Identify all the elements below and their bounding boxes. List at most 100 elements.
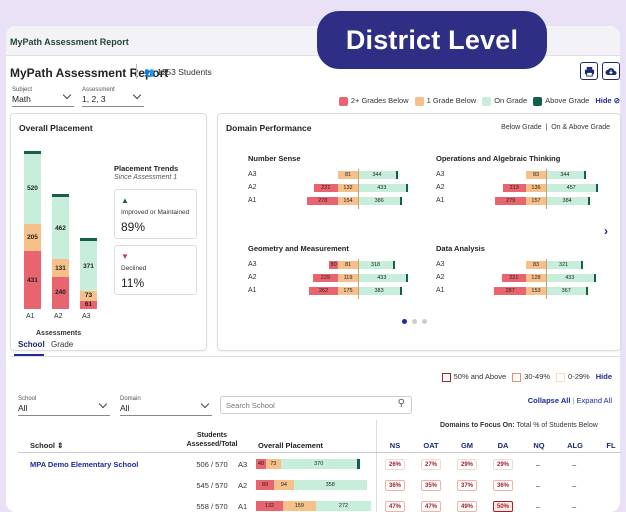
grade-divider [546,259,547,299]
tab-school[interactable]: School [18,340,45,349]
placement-segment: 358 [293,480,367,490]
domain-seg-1below: 81 [338,171,358,179]
domain-seg-1below: 132 [338,184,358,192]
domain-seg-on: 321 [546,261,582,269]
col-domain[interactable]: DA [490,441,516,450]
carousel-dot[interactable] [412,319,417,324]
next-arrow-icon[interactable]: › [604,224,608,238]
download-button[interactable] [602,62,620,80]
domain-seg-2below: 262 [309,287,338,295]
domain-select[interactable]: Domain All [120,396,212,416]
pct-cell: 26% [385,459,405,470]
domain-seg-on: 433 [546,274,594,282]
domain-row-label: A1 [248,287,257,294]
carousel-dot-active[interactable] [402,319,407,324]
legend-high: 50% and Above [441,372,506,382]
toggle-below-grade[interactable]: Below Grade [501,124,541,131]
domain-title: Operations and Algebraic Thinking [436,154,561,163]
domain-seg-1below: 157 [526,197,546,205]
legend-item: Above Grade [533,96,589,106]
legend-item: 1 Grade Below [414,96,476,106]
search-input[interactable] [226,399,386,411]
students-icon: 👥 [144,67,155,77]
collapse-all-link[interactable]: Collapse All [528,396,571,405]
domain-seg-above [400,197,403,205]
pct-cell: 35% [421,480,441,491]
legend-low: 0-29% [556,372,590,382]
col-domain[interactable]: NS [382,441,408,450]
pct-cell: 47% [421,501,441,512]
bar-segment-above [80,238,97,242]
school-select[interactable]: School All [18,396,110,416]
trends-since: Since Assessment 1 [114,174,178,181]
domain-seg-on: 384 [546,197,589,205]
col-domain[interactable]: OAT [418,441,444,450]
domain-seg-on: 318 [358,261,393,269]
pct-cell: 36% [493,480,513,491]
assessment-select[interactable]: Assessment 1, 2, 3 [82,87,144,107]
tab-grade[interactable]: Grade [51,340,73,349]
col-domain[interactable]: GM [454,441,480,450]
domain-seg-above [405,184,408,192]
focus-label: Domains to Focus On: Total % of Students… [440,422,598,429]
col-domain[interactable]: ALG [562,441,588,450]
bar-segment: 462 [52,197,69,260]
domain-seg-on: 383 [358,287,401,295]
legend-hide-link[interactable]: Hide ⊘ [595,96,620,105]
eye-slash-icon: ⊘ [613,96,620,106]
expand-all-link[interactable]: Expand All [577,396,612,405]
students-cell: 506 / 570 [196,460,228,469]
domain-row-label: A1 [436,287,445,294]
grade-divider [358,169,359,209]
pct-cell-empty: – [572,502,577,511]
bar-segment: 61 [80,300,97,309]
domain-seg-2below: 279 [495,197,526,205]
pct-hide-link[interactable]: Hide [596,372,612,381]
percent-legend: 50% and Above 30-49% 0-29% Hide [441,372,612,382]
trends-title: Placement Trends [114,164,179,173]
col-domain[interactable]: FL [598,441,624,450]
legend-swatch [338,96,348,106]
toggle-separator: | [545,124,548,131]
domain-seg-2below: 278 [307,197,338,205]
pct-cell: 27% [421,459,441,470]
print-button[interactable] [580,62,598,80]
domain-seg-on: 344 [546,171,584,179]
bar-segment: 131 [52,259,69,277]
collapse-expand: Collapse All | Expand All [528,396,612,405]
students-cell: 545 / 570 [196,481,228,490]
pct-cell-empty: – [536,460,541,469]
student-count: 👥 1253 Students [144,67,212,78]
col-domain[interactable]: NQ [526,441,552,450]
carousel-dot[interactable] [422,319,427,324]
grade-divider [546,169,547,209]
school-link[interactable]: MPA Demo Elementary School [30,460,138,469]
pct-cell: 29% [457,459,477,470]
col-school[interactable]: School ⇕ [30,441,63,450]
improved-box: ▲ Improved or Maintained 89% [114,189,197,239]
assessment-cell: A3 [238,460,248,469]
domain-row-label: A1 [436,197,445,204]
domain-seg-2below: 80 [329,261,338,269]
toggle-on-above-grade[interactable]: On & Above Grade [551,124,610,131]
subject-select[interactable]: Subject Math [12,87,74,107]
improved-label: Improved or Maintained [121,209,190,216]
domain-seg-above [400,287,403,295]
domain-seg-on: 433 [358,184,406,192]
search-school-box[interactable]: ⚲ [220,396,412,414]
domain-seg-on: 457 [546,184,597,192]
domain-seg-2below: 229 [312,274,338,282]
domain-seg-above [596,184,599,192]
domain-seg-1below: 154 [338,197,358,205]
domain-seg-on: 433 [358,274,406,282]
domain-seg-2below: 287 [494,287,526,295]
domain-row-label: A3 [248,171,257,178]
thumbs-up-icon: ▲ [121,196,129,205]
placement-segment: 370 [280,459,357,469]
legend-item: On Grade [482,96,527,106]
improved-value: 89% [121,220,146,234]
domain-seg-on: 386 [358,197,401,205]
header-underline [18,452,621,453]
search-icon: ⚲ [397,398,405,409]
legend-swatch [482,96,492,106]
